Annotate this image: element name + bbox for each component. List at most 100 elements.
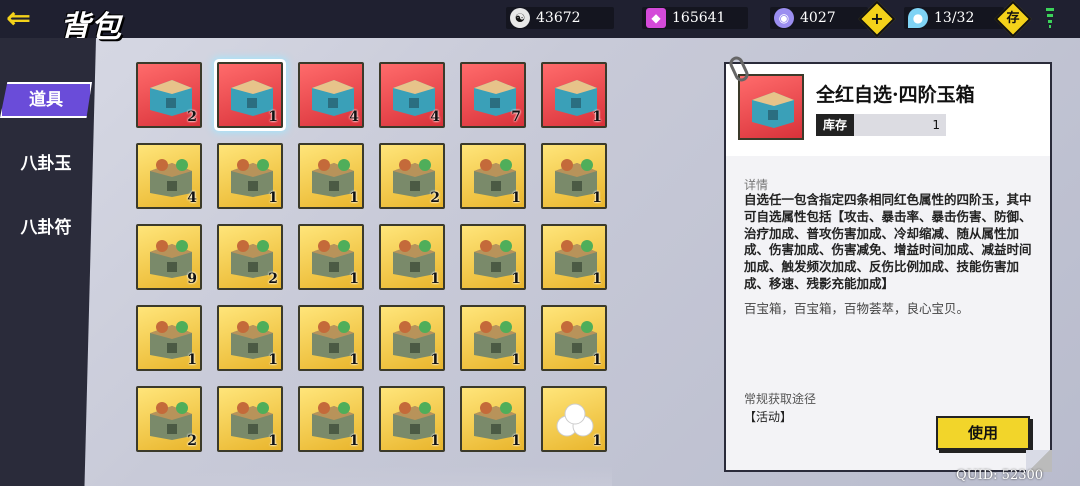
crystal-icon: ◆	[646, 8, 666, 28]
yin-yang-icon: ☯	[510, 8, 530, 28]
treasure-box-icon	[752, 92, 794, 128]
item-slot[interactable]: 1	[541, 143, 607, 209]
item-count: 1	[187, 352, 197, 368]
item-count: 1	[268, 109, 278, 125]
item-count: 1	[430, 352, 440, 368]
item-count: 1	[268, 190, 278, 206]
item-count: 1	[592, 190, 602, 206]
item-count: 2	[430, 190, 440, 206]
item-slot[interactable]: 1	[298, 224, 364, 290]
item-count: 1	[349, 433, 359, 449]
detail-item-icon	[738, 74, 804, 140]
item-slot[interactable]: 1	[460, 305, 526, 371]
source-value: 【活动】	[744, 410, 793, 424]
tab-bagua-talisman-label: 八卦符	[20, 218, 72, 238]
item-slot[interactable]: 1	[541, 224, 607, 290]
page-title: 背包	[60, 10, 122, 45]
item-slot[interactable]: 9	[136, 224, 202, 290]
item-slot[interactable]: 2	[217, 224, 283, 290]
source-title: 常规获取途径	[744, 392, 817, 406]
category-sidebar: 道具 八卦玉 八卦符	[0, 38, 96, 486]
stock-value: 1	[932, 118, 940, 132]
item-count: 1	[349, 190, 359, 206]
stock-bar: 库存 1	[816, 114, 946, 136]
detail-flavor-text: 百宝箱，百宝箱，百物荟萃，良心宝贝。	[744, 301, 970, 316]
item-slot[interactable]: 1	[298, 386, 364, 452]
item-slot[interactable]: 1	[541, 305, 607, 371]
item-count: 1	[592, 352, 602, 368]
resource-crystals: ◆ 165641	[642, 7, 748, 29]
item-count: 1	[511, 352, 521, 368]
item-count: 4	[430, 109, 440, 125]
item-slot[interactable]: 1	[298, 143, 364, 209]
item-count: 4	[349, 109, 359, 125]
detail-description: 自选任一包含指定四条相同红色属性的四阶玉，其中可自选属性包括【攻击、暴击率、暴击…	[744, 192, 1032, 291]
item-count: 2	[187, 433, 197, 449]
tab-bagua-jade-label: 八卦玉	[20, 154, 72, 174]
resource-stamina-value: 13/32	[934, 10, 975, 26]
tab-items[interactable]: 道具	[0, 82, 92, 118]
item-slot[interactable]: 1	[217, 143, 283, 209]
item-slot[interactable]: 1	[379, 305, 445, 371]
item-slot[interactable]: 1	[460, 386, 526, 452]
detail-header: 全红自选·四阶玉箱 库存 1	[726, 64, 1050, 156]
item-slot[interactable]: 1	[217, 305, 283, 371]
resource-orbs: ◉ 4027	[770, 7, 868, 29]
item-slot[interactable]: 1	[379, 224, 445, 290]
item-count: 1	[268, 433, 278, 449]
item-count: 1	[592, 109, 602, 125]
detail-item-name: 全红自选·四阶玉箱	[816, 84, 975, 106]
item-count: 9	[187, 271, 197, 287]
item-count: 1	[511, 271, 521, 287]
item-count: 1	[430, 271, 440, 287]
drop-icon: ●	[908, 8, 928, 28]
item-count: 1	[268, 352, 278, 368]
item-count: 1	[430, 433, 440, 449]
item-slot[interactable]: 1	[217, 62, 283, 128]
resource-coins: ☯ 43672	[506, 7, 614, 29]
item-slot[interactable]: 1	[460, 143, 526, 209]
quid-label: QUID: 52300	[956, 468, 1044, 483]
orb-icon: ◉	[774, 8, 794, 28]
item-slot[interactable]: 1	[217, 386, 283, 452]
item-slot[interactable]: 1	[541, 62, 607, 128]
item-slot[interactable]: 1	[379, 386, 445, 452]
back-button[interactable]: ⇐	[6, 4, 60, 34]
top-bar: ⇐ 背包 ☯ 43672 ◆ 165641 ◉ 4027 + ● 13/32 存	[0, 0, 1080, 45]
item-slot[interactable]: 2	[379, 143, 445, 209]
item-count: 2	[268, 271, 278, 287]
detail-section-title: 详情	[744, 178, 769, 192]
plus-icon: +	[870, 9, 884, 28]
item-slot[interactable]: 4	[136, 143, 202, 209]
item-count: 1	[592, 271, 602, 287]
item-slot[interactable]: 4	[379, 62, 445, 128]
tab-bagua-jade[interactable]: 八卦玉	[0, 146, 92, 182]
stock-label: 库存	[816, 114, 854, 136]
item-count: 1	[511, 190, 521, 206]
item-detail-panel: 全红自选·四阶玉箱 库存 1 详情 自选任一包含指定四条相同红色属性的四阶玉，其…	[724, 54, 1052, 472]
item-slot[interactable]: 1	[136, 305, 202, 371]
item-slot[interactable]: 1	[298, 305, 364, 371]
item-slot[interactable]: 2	[136, 62, 202, 128]
item-slot[interactable]: 2	[136, 386, 202, 452]
item-count: 4	[187, 190, 197, 206]
tab-bagua-talisman[interactable]: 八卦符	[0, 210, 92, 246]
resource-crystals-value: 165641	[672, 10, 726, 26]
grid-scroll-fade	[136, 466, 612, 486]
signal-icon	[1046, 8, 1054, 28]
store-label: 存	[1006, 11, 1020, 26]
item-count: 1	[511, 433, 521, 449]
item-count: 1	[349, 271, 359, 287]
item-slot[interactable]: 1	[460, 224, 526, 290]
item-count: 7	[511, 109, 521, 125]
use-button[interactable]: 使用	[936, 416, 1030, 450]
item-count: 1	[592, 433, 602, 449]
item-slot[interactable]: 4	[298, 62, 364, 128]
resource-coins-value: 43672	[536, 10, 581, 26]
item-slot[interactable]: 1	[541, 386, 607, 452]
resource-stamina: ● 13/32	[904, 7, 1004, 29]
back-arrow-icon: ⇐	[6, 1, 32, 36]
item-count: 2	[187, 109, 197, 125]
item-count: 1	[349, 352, 359, 368]
item-slot[interactable]: 7	[460, 62, 526, 128]
